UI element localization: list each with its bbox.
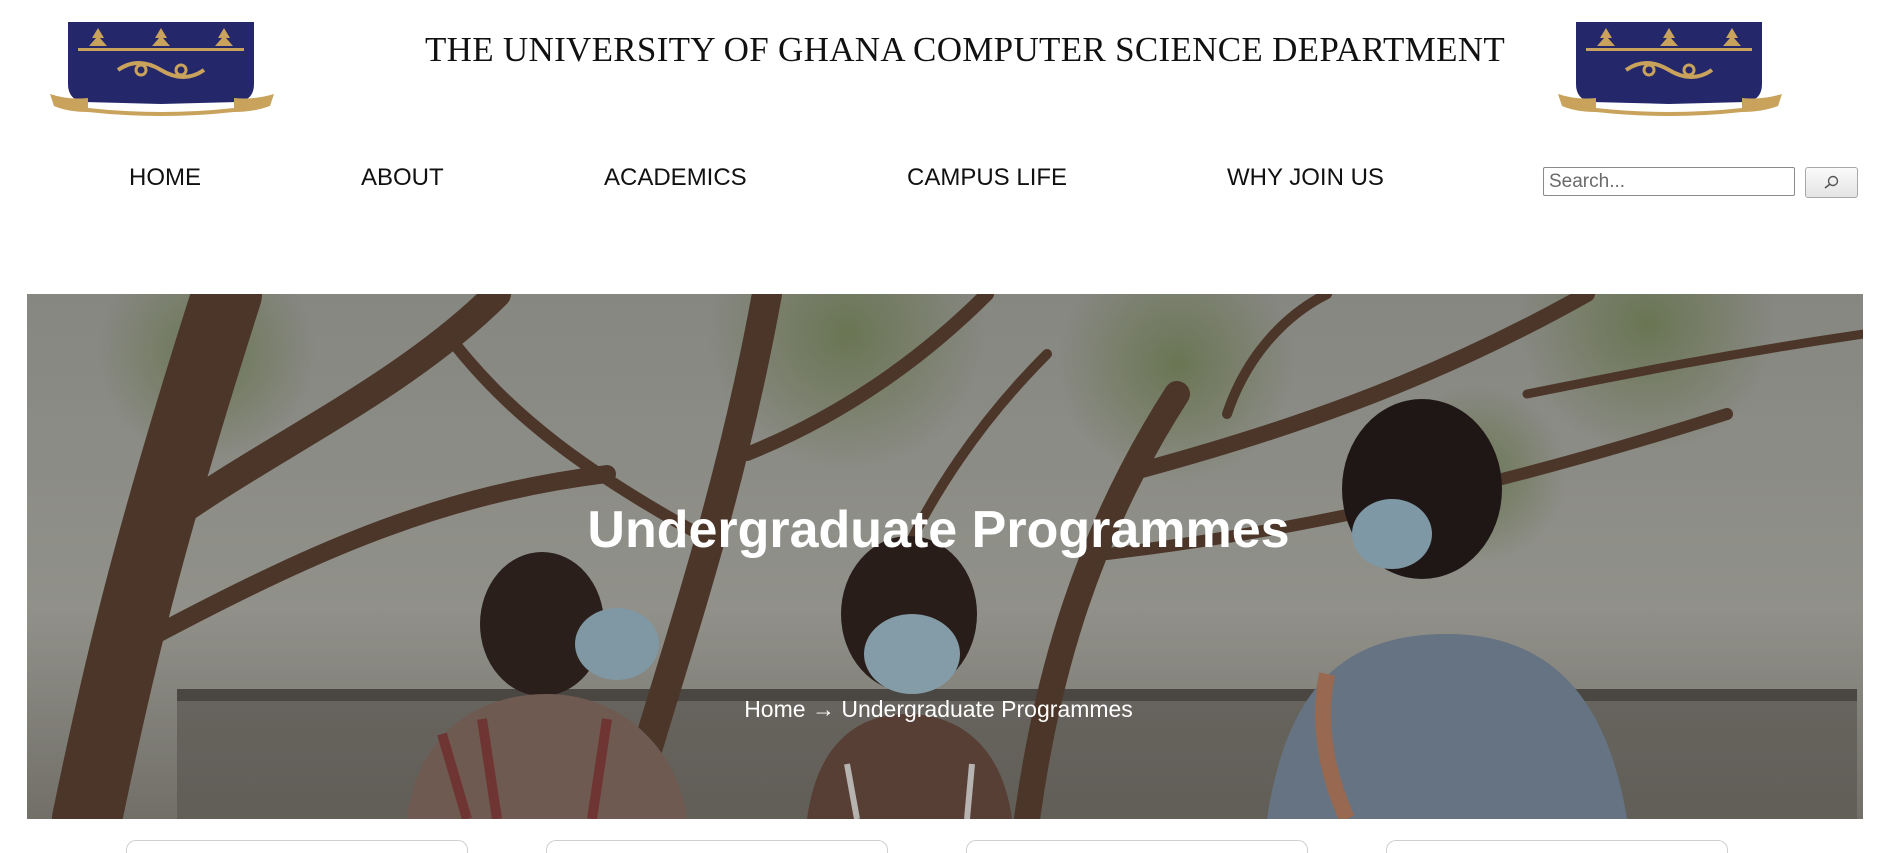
search-input[interactable]	[1543, 167, 1795, 196]
programme-card[interactable]	[126, 840, 468, 853]
hero-heading: Undergraduate Programmes	[587, 501, 1290, 559]
page-title: THE UNIVERSITY OF GHANA COMPUTER SCIENCE…	[424, 30, 1506, 69]
page-scrollbar[interactable]	[1863, 0, 1877, 844]
search-button[interactable]	[1805, 167, 1858, 198]
breadcrumb-current: Undergraduate Programmes	[841, 696, 1133, 722]
crest-shield	[1576, 22, 1762, 104]
crest-shield	[68, 22, 254, 104]
nav-item-about[interactable]: ABOUT	[361, 164, 444, 192]
search-icon	[1824, 175, 1838, 189]
programme-card[interactable]	[1386, 840, 1728, 853]
breadcrumb-arrow-separator: →	[811, 696, 835, 722]
nav-item-why-join-us[interactable]: WHY JOIN US	[1227, 164, 1384, 192]
university-crest-logo-left[interactable]	[48, 22, 276, 116]
programme-card[interactable]	[966, 840, 1308, 853]
nav-item-academics[interactable]: ACADEMICS	[604, 164, 747, 192]
breadcrumb: Home → Undergraduate Programmes	[0, 696, 1877, 723]
nav-item-campus-life[interactable]: CAMPUS LIFE	[907, 164, 1067, 192]
breadcrumb-home-link[interactable]: Home	[744, 696, 805, 722]
programme-card[interactable]	[546, 840, 888, 853]
university-crest-logo-right[interactable]	[1556, 22, 1784, 116]
nav-item-home[interactable]: HOME	[129, 164, 201, 192]
